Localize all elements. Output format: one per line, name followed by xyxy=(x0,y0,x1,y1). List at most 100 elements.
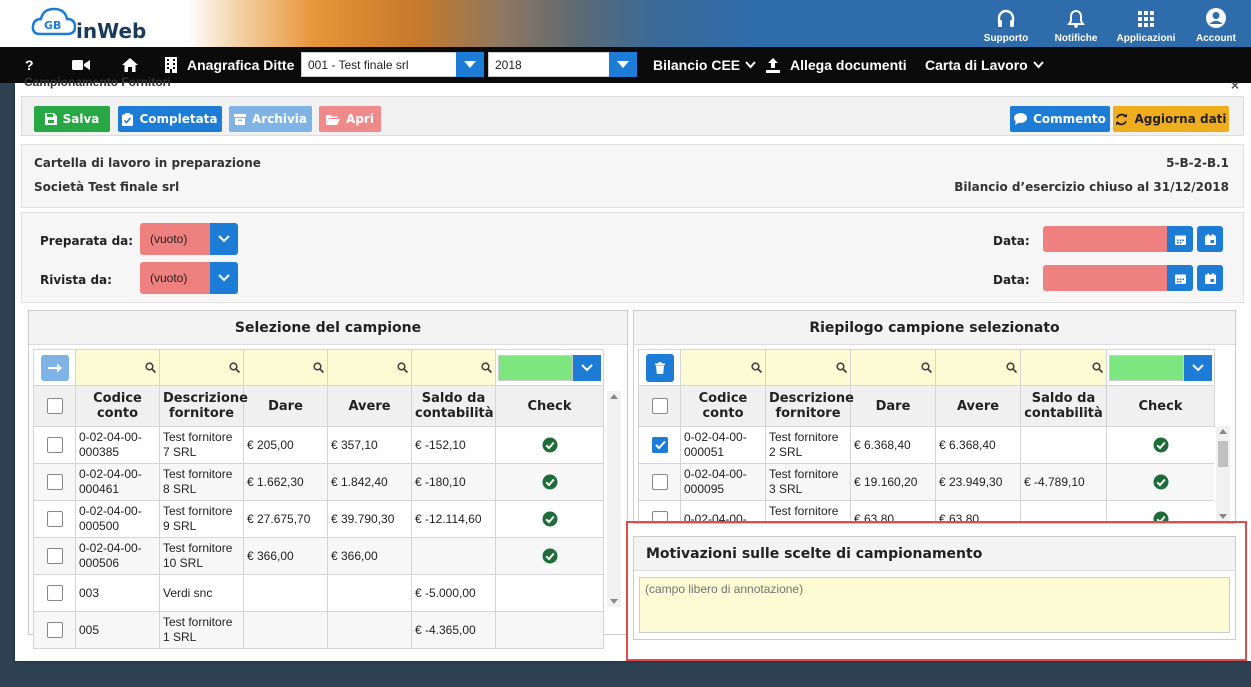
year-select-toggle[interactable] xyxy=(609,52,637,77)
company-select[interactable]: 001 - Test finale srl xyxy=(301,52,457,77)
table-row[interactable]: 0-02-04-00-000095 Test fornitore 3 SRL € 1… xyxy=(638,463,1214,501)
filter-avere[interactable] xyxy=(935,349,1021,386)
filter-saldo[interactable] xyxy=(411,349,496,386)
scrollbar[interactable] xyxy=(1216,426,1230,522)
select-all-cell[interactable] xyxy=(33,385,76,427)
aggiorna-dati-button[interactable]: Aggiorna dati xyxy=(1113,106,1229,132)
row-select-cell[interactable] xyxy=(33,611,76,649)
col-check[interactable]: Check xyxy=(1106,385,1215,427)
check-filter-select[interactable] xyxy=(1109,354,1184,381)
select-all-checkbox[interactable] xyxy=(651,398,668,414)
company-select-toggle[interactable] xyxy=(456,52,484,77)
table-row[interactable]: 0-02-04-00-000506 Test fornitore 10 SRL € … xyxy=(33,537,604,575)
rivista-date-input[interactable] xyxy=(1043,265,1167,291)
col-codice[interactable]: Codice conto xyxy=(680,385,766,427)
commento-button[interactable]: Commento xyxy=(1010,106,1110,132)
col-avere[interactable]: Avere xyxy=(935,385,1021,427)
close-icon[interactable]: × xyxy=(1231,77,1239,93)
filter-dare[interactable] xyxy=(243,349,328,386)
chevron-down-icon[interactable] xyxy=(1184,354,1212,381)
cell-codice: 0-02-04-00- xyxy=(680,500,766,522)
row-select-cell[interactable] xyxy=(33,537,76,575)
col-saldo[interactable]: Saldo da contabilità xyxy=(411,385,496,427)
completata-button[interactable]: Completata xyxy=(118,106,222,132)
top-nav-notifiche[interactable]: Notifiche xyxy=(1041,0,1111,47)
calendar-icon[interactable] xyxy=(1167,226,1193,252)
motivazioni-panel: Motivazioni sulle scelte di campionament… xyxy=(633,536,1236,640)
check-filter-select[interactable] xyxy=(498,354,573,381)
table-row[interactable]: 003 Verdi snc € -5.000,00 xyxy=(33,574,604,612)
select-all-cell[interactable] xyxy=(638,385,681,427)
arrow-right-icon[interactable] xyxy=(40,354,69,381)
motivazioni-textarea[interactable] xyxy=(639,577,1230,633)
apri-button[interactable]: Apri xyxy=(319,106,381,132)
row-checkbox[interactable] xyxy=(46,622,63,638)
row-checkbox[interactable] xyxy=(46,474,63,490)
scroll-thumb[interactable] xyxy=(1218,441,1228,467)
row-checkbox[interactable] xyxy=(46,511,63,527)
carta-menu[interactable]: Carta di Lavoro xyxy=(925,47,1044,83)
filter-codice[interactable] xyxy=(75,349,160,386)
calendar-today-icon[interactable] xyxy=(1197,265,1223,291)
row-checkbox[interactable] xyxy=(651,474,668,490)
preparata-select[interactable]: (vuoto) xyxy=(140,223,210,255)
select-all-checkbox[interactable] xyxy=(46,398,63,414)
row-checkbox[interactable] xyxy=(46,548,63,564)
col-descrizione[interactable]: Descrizione fornitore xyxy=(159,385,248,427)
chevron-down-icon[interactable] xyxy=(573,354,601,381)
row-checkbox[interactable] xyxy=(651,437,668,453)
col-check[interactable]: Check xyxy=(495,385,604,427)
scrollbar[interactable] xyxy=(607,391,621,607)
row-select-cell[interactable] xyxy=(638,500,681,522)
col-dare[interactable]: Dare xyxy=(850,385,936,427)
calendar-today-icon[interactable] xyxy=(1197,226,1223,252)
top-nav-account[interactable]: Account xyxy=(1181,0,1251,47)
row-select-cell[interactable] xyxy=(33,574,76,612)
rivista-select[interactable]: (vuoto) xyxy=(140,262,210,294)
col-avere[interactable]: Avere xyxy=(327,385,412,427)
filter-codice[interactable] xyxy=(680,349,766,386)
calendar-icon[interactable] xyxy=(1167,265,1193,291)
filter-descrizione[interactable] xyxy=(765,349,851,386)
preparata-select-toggle[interactable] xyxy=(210,223,238,255)
table-row[interactable]: 0-02-04-00-000051 Test fornitore 2 SRL € 6… xyxy=(638,426,1214,464)
row-select-cell[interactable] xyxy=(33,463,76,501)
row-select-cell[interactable] xyxy=(638,426,681,464)
year-select[interactable]: 2018 xyxy=(488,52,610,77)
row-checkbox[interactable] xyxy=(46,437,63,453)
row-checkbox[interactable] xyxy=(46,585,63,601)
top-nav-supporto[interactable]: Supporto xyxy=(971,0,1041,47)
archivia-button[interactable]: Archivia xyxy=(229,106,312,132)
col-dare[interactable]: Dare xyxy=(243,385,328,427)
row-checkbox[interactable] xyxy=(651,511,668,522)
rivista-select-toggle[interactable] xyxy=(210,262,238,294)
save-button[interactable]: Salva xyxy=(34,106,110,132)
table-row[interactable]: 0-02-04-00-000500 Test fornitore 9 SRL € 2… xyxy=(33,500,604,538)
cell-descrizione: Test fornitore 10 SRL xyxy=(159,537,244,575)
preparata-date-input[interactable] xyxy=(1043,226,1167,252)
row-select-cell[interactable] xyxy=(33,426,76,464)
chevron-down-icon xyxy=(1032,61,1044,69)
filter-descrizione[interactable] xyxy=(159,349,244,386)
check-circle-icon xyxy=(542,511,557,527)
row-select-cell[interactable] xyxy=(638,463,681,501)
bilancio-menu[interactable]: Bilancio CEE xyxy=(653,47,756,83)
filter-dare[interactable] xyxy=(850,349,936,386)
table-row[interactable]: 0-02-04-00-Test fornitore 4€ 63,80€ 63,8… xyxy=(638,500,1214,522)
filter-check[interactable] xyxy=(1106,349,1215,386)
col-descrizione[interactable]: Descrizione fornitore xyxy=(765,385,854,427)
filter-saldo[interactable] xyxy=(1020,349,1107,386)
filter-check[interactable] xyxy=(495,349,604,386)
allega-menu[interactable]: Allega documenti xyxy=(765,47,907,83)
row-select-cell[interactable] xyxy=(33,500,76,538)
col-codice[interactable]: Codice conto xyxy=(75,385,160,427)
table-row[interactable]: 0-02-04-00-000385 Test fornitore 7 SRL € 2… xyxy=(33,426,604,464)
table-row[interactable]: 0-02-04-00-000461 Test fornitore 8 SRL € 1… xyxy=(33,463,604,501)
top-nav-applicazioni[interactable]: Applicazioni xyxy=(1111,0,1181,47)
app-logo[interactable]: GB inWeb xyxy=(30,4,180,44)
filter-avere[interactable] xyxy=(327,349,412,386)
anagrafica-menu[interactable]: Anagrafica Ditte xyxy=(165,47,294,83)
table-row[interactable]: 005 Test fornitore 1 SRL € -4.365,00 xyxy=(33,611,604,649)
col-saldo[interactable]: Saldo da contabilità xyxy=(1020,385,1107,427)
trash-icon[interactable] xyxy=(645,353,674,382)
